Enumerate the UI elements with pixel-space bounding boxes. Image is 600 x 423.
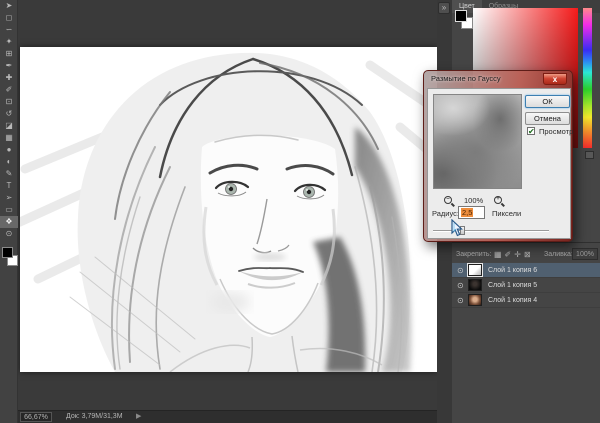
history-brush-tool-button[interactable]: ↺ (0, 108, 18, 120)
panel-foreground-swatch[interactable] (455, 10, 467, 22)
gradient-tool-button[interactable]: ▦ (0, 132, 18, 144)
radius-label: Радиус: (432, 209, 459, 218)
radius-slider[interactable] (433, 230, 549, 232)
layer-row-copy4[interactable]: ⊙ Слой 1 копия 4 (452, 293, 600, 308)
hand-tool-button[interactable]: ❖ (0, 216, 18, 228)
layer-thumbnail[interactable] (468, 264, 482, 276)
canvas-sketch-portrait[interactable] (20, 47, 437, 372)
collapse-panels-icon[interactable]: » (438, 2, 450, 14)
dodge-tool-button[interactable]: ◐ (0, 156, 18, 168)
zoom-out-icon[interactable]: – (444, 196, 452, 204)
lock-icons[interactable]: ▦✐✛⊠ (494, 250, 534, 259)
preview-checkbox[interactable]: ✔ (527, 127, 535, 135)
layer-row-copy6[interactable]: ⊙ Слой 1 копия 6 (452, 263, 600, 278)
document-size-info: Док: 3,79М/31,3М (66, 413, 123, 420)
layer-visibility-eye-icon[interactable]: ⊙ (457, 281, 464, 290)
layer-name: Слой 1 копия 6 (488, 267, 537, 274)
status-bar: 66,67% Док: 3,79М/31,3М ▶ (18, 410, 437, 423)
layer-visibility-eye-icon[interactable]: ⊙ (457, 266, 464, 275)
photoshop-window: ➤ ◻ ∽ ✦ ⊞ ✒ ✚ ✐ ⊡ ↺ ◪ ▦ ● ◐ ✎ T ➢ ▭ ❖ ⊙ (0, 0, 600, 423)
shape-tool-button[interactable]: ▭ (0, 204, 18, 216)
path-selection-tool-button[interactable]: ➢ (0, 192, 18, 204)
marquee-tool-button[interactable]: ◻ (0, 12, 18, 24)
layers-panel: Закрепить: ▦✐✛⊠ Заливка: 100% ⊙ Слой 1 к… (452, 242, 600, 423)
ok-button[interactable]: ОК (525, 95, 570, 108)
layer-name: Слой 1 копия 4 (488, 297, 537, 304)
brush-tool-button[interactable]: ✐ (0, 84, 18, 96)
gaussian-blur-dialog: Размытие по Гауссу x – 100% + Радиус: 2,… (423, 70, 573, 242)
dialog-title: Размытие по Гауссу (431, 74, 501, 83)
move-tool-button[interactable]: ➤ (0, 0, 18, 12)
quick-selection-tool-button[interactable]: ✦ (0, 36, 18, 48)
zoom-percent-field[interactable]: 66,67% (20, 412, 52, 422)
radius-input[interactable]: 2,5 (458, 206, 485, 219)
dialog-body: – 100% + Радиус: 2,5 Пиксели ОК Отмена ✔… (427, 88, 571, 239)
radius-value-selected: 2,5 (461, 208, 473, 217)
units-label: Пиксели (492, 209, 521, 218)
blur-preview-thumbnail[interactable] (433, 94, 522, 189)
pen-tool-button[interactable]: ✎ (0, 168, 18, 180)
eraser-tool-button[interactable]: ◪ (0, 120, 18, 132)
status-options-arrow-icon[interactable]: ▶ (136, 412, 141, 420)
lock-label: Закрепить: (456, 251, 491, 258)
cancel-button[interactable]: Отмена (525, 112, 570, 125)
layer-name: Слой 1 копия 5 (488, 282, 537, 289)
type-tool-button[interactable]: T (0, 180, 18, 192)
layer-visibility-eye-icon[interactable]: ⊙ (457, 296, 464, 305)
tools-panel: ➤ ◻ ∽ ✦ ⊞ ✒ ✚ ✐ ⊡ ↺ ◪ ▦ ● ◐ ✎ T ➢ ▭ ❖ ⊙ (0, 0, 18, 423)
eyedropper-tool-button[interactable]: ✒ (0, 60, 18, 72)
hue-slider-bar[interactable] (583, 8, 592, 148)
panel-resize-grip[interactable] (585, 151, 594, 159)
zoom-tool-button[interactable]: ⊙ (0, 228, 18, 240)
blur-tool-button[interactable]: ● (0, 144, 18, 156)
radius-slider-thumb[interactable] (460, 226, 465, 235)
crop-tool-button[interactable]: ⊞ (0, 48, 18, 60)
preview-zoom-level: 100% (464, 196, 483, 205)
document-workarea: 66,67% Док: 3,79М/31,3М ▶ (18, 0, 437, 423)
layer-thumbnail[interactable] (468, 294, 482, 306)
lasso-tool-button[interactable]: ∽ (0, 24, 18, 36)
clone-stamp-tool-button[interactable]: ⊡ (0, 96, 18, 108)
zoom-in-icon[interactable]: + (494, 196, 502, 204)
layer-row-copy5[interactable]: ⊙ Слой 1 копия 5 (452, 278, 600, 293)
sketch-portrait-image (20, 47, 437, 372)
fill-value-dropdown[interactable]: 100% (572, 248, 598, 260)
layer-thumbnail[interactable] (468, 279, 482, 291)
preview-checkbox-label: Просмотр (539, 127, 573, 136)
layer-lock-row: Закрепить: ▦✐✛⊠ Заливка: 100% (452, 247, 600, 262)
foreground-color-swatch[interactable] (2, 247, 13, 258)
healing-brush-tool-button[interactable]: ✚ (0, 72, 18, 84)
close-icon[interactable]: x (543, 73, 567, 85)
fill-label: Заливка: (544, 251, 573, 258)
